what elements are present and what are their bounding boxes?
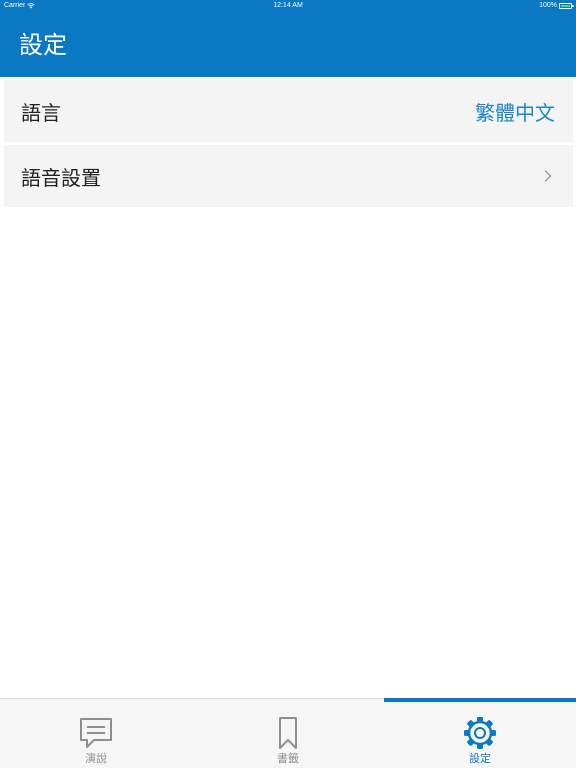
settings-row-language[interactable]: 語言 繁體中文	[4, 80, 573, 142]
voice-settings-label: 語音設置	[21, 165, 101, 190]
tab-settings-label: 設定	[469, 752, 491, 765]
status-battery: 100%	[539, 0, 574, 12]
header: Carrier 12:14 AM 100% 設定	[0, 0, 576, 77]
bookmark-icon	[279, 717, 297, 749]
tab-bookmarks-label: 書籤	[277, 752, 299, 765]
tab-bookmarks[interactable]: 書籤	[192, 699, 384, 768]
settings-row-voice[interactable]: 語音設置	[4, 145, 573, 207]
language-value[interactable]: 繁體中文	[475, 97, 555, 126]
speech-bubble-icon	[80, 718, 112, 748]
battery-icon	[559, 3, 574, 9]
tab-bar: 演說 書籤 設定	[0, 698, 576, 768]
settings-list: 語言 繁體中文 語音設置	[4, 80, 573, 207]
status-bar: Carrier 12:14 AM 100%	[0, 0, 576, 12]
status-time: 12:14 AM	[273, 2, 303, 9]
gear-icon	[464, 717, 496, 749]
tab-speech-label: 演說	[85, 752, 107, 765]
chevron-right-icon	[544, 170, 552, 182]
tab-speech[interactable]: 演說	[0, 699, 192, 768]
language-label: 語言	[21, 100, 61, 125]
screen: Carrier 12:14 AM 100% 設定 語言 繁體中文 語音設置 演說…	[0, 0, 576, 768]
battery-percent: 100%	[539, 2, 557, 9]
tab-settings[interactable]: 設定	[384, 699, 576, 768]
page-title: 設定	[19, 31, 67, 59]
